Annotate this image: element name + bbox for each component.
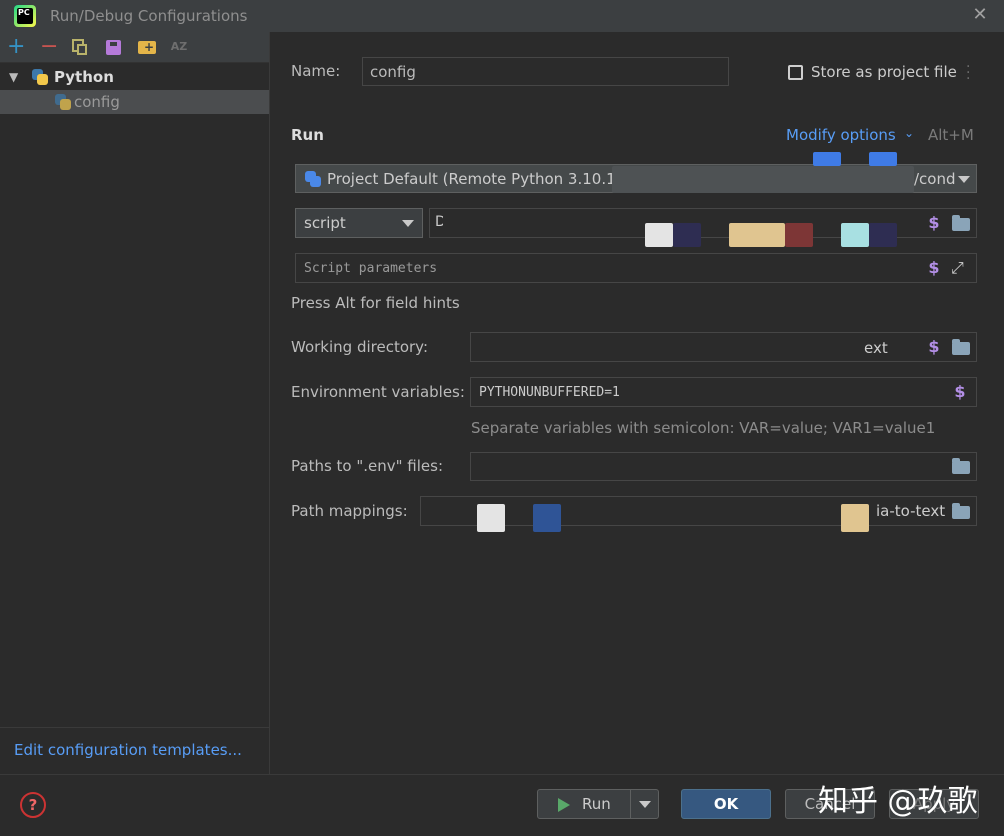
- script-type-select[interactable]: script: [295, 208, 423, 238]
- close-icon[interactable]: ✕: [970, 5, 990, 25]
- python-icon: [55, 94, 71, 110]
- save-icon[interactable]: [106, 40, 121, 55]
- interpreter-value: Project Default (Remote Python 3.10.13: [327, 170, 626, 188]
- python-icon: [32, 69, 48, 85]
- redacted-block: [785, 223, 813, 247]
- working-directory-suffix: ext: [864, 339, 888, 357]
- name-label: Name:: [291, 62, 341, 80]
- chevron-down-icon[interactable]: ⌄: [904, 126, 914, 140]
- sort-alphabetically-icon[interactable]: AZ: [170, 38, 188, 56]
- more-options-icon[interactable]: · · ·: [966, 60, 970, 86]
- interpreter-suffix: /cond: [914, 170, 956, 188]
- play-icon: [558, 798, 570, 812]
- redacted-block: [533, 504, 561, 532]
- redacted-block: [645, 223, 673, 247]
- dollar-macro-icon[interactable]: $: [953, 382, 967, 401]
- expand-icon[interactable]: ⤢: [951, 258, 964, 278]
- redacted-block: [869, 223, 897, 247]
- help-icon[interactable]: ?: [20, 792, 46, 818]
- path-mappings-suffix: ia-to-text: [876, 502, 946, 520]
- tree-item-config[interactable]: config: [0, 90, 269, 114]
- redacted-block: [729, 223, 785, 247]
- new-folder-icon[interactable]: +: [138, 41, 156, 54]
- pycharm-logo-icon: PC: [14, 5, 36, 27]
- window-title: Run/Debug Configurations: [50, 7, 248, 25]
- store-as-project-checkbox[interactable]: [788, 65, 803, 80]
- script-parameters-placeholder: Script parameters: [304, 261, 438, 276]
- redacted-block: [869, 152, 897, 166]
- redacted-block: [841, 504, 869, 532]
- modify-options-shortcut: Alt+M: [928, 126, 974, 144]
- tree-group-label: Python: [54, 68, 114, 86]
- field-hint-text: Press Alt for field hints: [291, 294, 460, 312]
- redacted-block: [673, 223, 701, 247]
- divider: [630, 790, 631, 818]
- working-directory-label: Working directory:: [291, 338, 429, 356]
- redacted-area: [612, 166, 914, 193]
- path-mappings-label: Path mappings:: [291, 502, 408, 520]
- redacted-block: [841, 223, 869, 247]
- environment-variables-value: PYTHONUNBUFFERED=1: [479, 385, 620, 400]
- run-button[interactable]: Run: [537, 789, 659, 819]
- redacted-area: [482, 334, 862, 361]
- redacted-block: [813, 152, 841, 166]
- script-type-value: script: [304, 214, 346, 232]
- environment-variables-field[interactable]: PYTHONUNBUFFERED=1: [470, 377, 977, 407]
- dollar-macro-icon[interactable]: $: [927, 337, 941, 356]
- edit-templates-link[interactable]: Edit configuration templates...: [14, 741, 242, 759]
- modify-options-link[interactable]: Modify options: [786, 126, 896, 144]
- ok-button[interactable]: OK: [681, 789, 771, 819]
- folder-icon[interactable]: [952, 215, 970, 231]
- run-section-title: Run: [291, 126, 324, 144]
- folder-icon[interactable]: [952, 503, 970, 519]
- add-icon[interactable]: +: [7, 36, 25, 58]
- run-button-label: Run: [582, 795, 611, 813]
- python-icon: [305, 171, 321, 187]
- watermark: 知乎 @玖歌: [818, 784, 978, 819]
- dollar-macro-icon[interactable]: $: [927, 213, 941, 232]
- folder-icon[interactable]: [952, 339, 970, 355]
- chevron-down-icon[interactable]: [402, 220, 414, 227]
- tree-group-python[interactable]: ▼ Python: [0, 65, 269, 89]
- copy-icon[interactable]: [72, 39, 87, 55]
- environment-variables-hint: Separate variables with semicolon: VAR=v…: [471, 419, 936, 437]
- dollar-macro-icon[interactable]: $: [927, 258, 941, 277]
- configuration-tree-panel: [0, 32, 270, 774]
- folder-icon[interactable]: [952, 458, 970, 474]
- name-field[interactable]: config: [362, 57, 729, 86]
- chevron-down-icon[interactable]: [958, 176, 970, 183]
- remove-icon[interactable]: −: [40, 36, 58, 58]
- chevron-down-icon[interactable]: [639, 801, 651, 808]
- divider: [0, 727, 269, 728]
- environment-variables-label: Environment variables:: [291, 383, 465, 401]
- name-field-value: config: [370, 63, 416, 81]
- dotenv-paths-field[interactable]: [470, 452, 977, 481]
- chevron-down-icon[interactable]: ▼: [9, 65, 18, 89]
- script-parameters-field[interactable]: Script parameters: [295, 253, 977, 283]
- tree-item-label: config: [74, 93, 120, 111]
- redacted-block: [477, 504, 505, 532]
- dotenv-paths-label: Paths to ".env" files:: [291, 457, 444, 475]
- store-as-project-label: Store as project file: [811, 63, 957, 81]
